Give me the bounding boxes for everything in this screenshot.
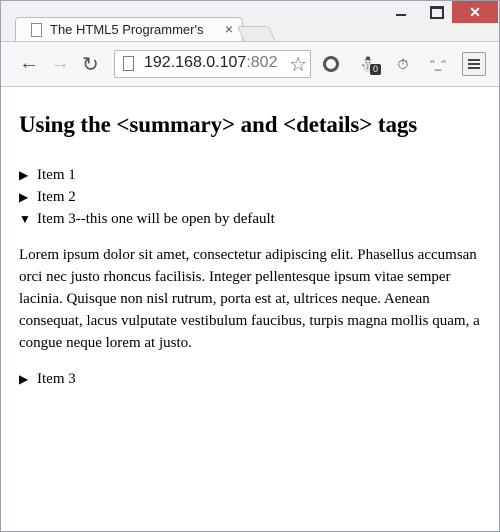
summary-label: Item 2	[37, 189, 76, 205]
tab-close-icon[interactable]: ×	[225, 21, 233, 37]
browser-toolbar: ← → ↻ 192.168.0.107:802 ☆ ⛄ 0 ⏱ ᵔ_ᵔ	[1, 41, 499, 87]
minimize-button[interactable]	[383, 1, 419, 23]
expanded-arrow-icon: ▼	[19, 212, 31, 226]
bookmark-star-icon[interactable]: ☆	[289, 52, 307, 77]
title-bar: The HTML5 Programmer's × ✕	[1, 1, 499, 44]
extension-badge-count: 0	[370, 64, 381, 75]
extension-ring-icon[interactable]	[320, 53, 342, 75]
details-item-4[interactable]: ▶ Item 3	[19, 368, 481, 390]
tab-title: The HTML5 Programmer's	[50, 22, 204, 37]
minimize-icon	[396, 14, 406, 16]
summary-label: Item 1	[37, 167, 76, 183]
extension-face-icon[interactable]: ᵔ_ᵔ	[424, 53, 452, 75]
forward-arrow-icon[interactable]: →	[50, 52, 70, 75]
extension-timer-icon[interactable]: ⏱	[392, 53, 414, 75]
details-item-1[interactable]: ▶ Item 1	[19, 164, 481, 186]
browser-tab[interactable]: The HTML5 Programmer's ×	[15, 17, 243, 43]
maximize-button[interactable]	[419, 1, 455, 23]
extension-badge-icon[interactable]: ⛄ 0	[357, 53, 381, 75]
details-list: ▶ Item 1 ▶ Item 2 ▼ Item 3--this one wil…	[19, 164, 481, 230]
maximize-icon	[430, 5, 444, 19]
reload-icon[interactable]: ↻	[82, 52, 99, 77]
address-bar[interactable]: 192.168.0.107:802 ☆	[114, 50, 311, 78]
details-item-3[interactable]: ▼ Item 3--this one will be open by defau…	[19, 208, 481, 230]
url-host: 192.168.0.107	[144, 54, 247, 71]
collapsed-arrow-icon: ▶	[19, 190, 29, 204]
details-item-2[interactable]: ▶ Item 2	[19, 186, 481, 208]
summary-label: Item 3	[37, 371, 76, 387]
close-icon: ✕	[469, 3, 481, 20]
collapsed-arrow-icon: ▶	[19, 168, 29, 182]
page-content: Using the <summary> and <details> tags ▶…	[1, 88, 499, 531]
page-heading: Using the <summary> and <details> tags	[19, 112, 418, 137]
back-arrow-icon[interactable]: ←	[19, 52, 39, 75]
url-text: 192.168.0.107:802	[144, 54, 277, 72]
page-icon	[123, 56, 134, 71]
menu-button[interactable]	[462, 52, 486, 76]
summary-label: Item 3--this one will be open by default	[37, 211, 275, 227]
collapsed-arrow-icon: ▶	[19, 372, 29, 386]
details-content: Lorem ipsum dolor sit amet, consectetur …	[19, 247, 480, 351]
url-port: :802	[246, 54, 278, 71]
browser-window: The HTML5 Programmer's × ✕ ← → ↻ 192.168…	[0, 0, 500, 532]
page-favicon-icon	[31, 23, 42, 37]
close-window-button[interactable]: ✕	[452, 1, 498, 23]
